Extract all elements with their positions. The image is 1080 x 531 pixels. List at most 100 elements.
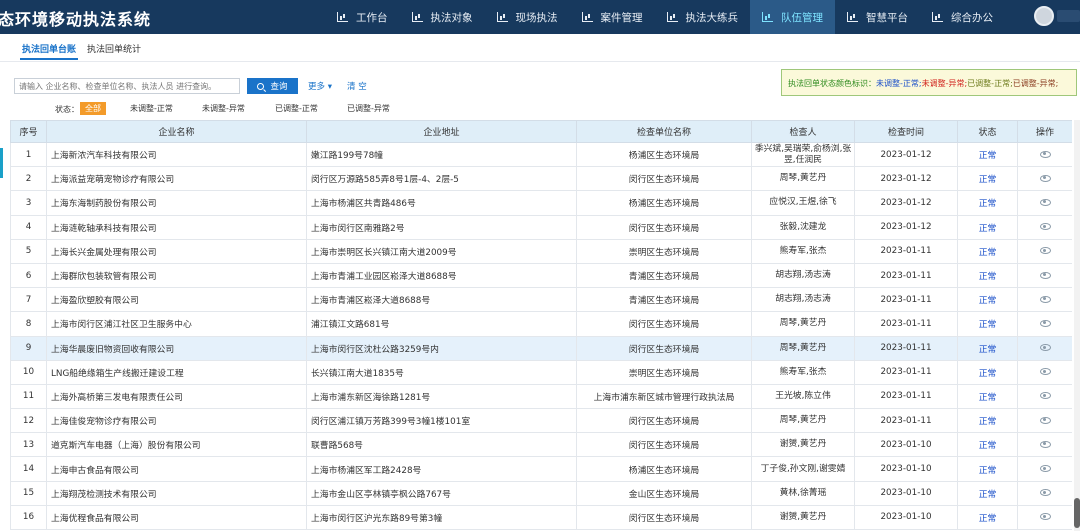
status-filter-unadjusted-abnormal[interactable]: 未调整-异常 xyxy=(202,103,245,114)
inspection-unit-cell: 青浦区生态环境局 xyxy=(576,262,752,289)
view-eye-icon[interactable] xyxy=(1039,440,1051,448)
company-name-cell: 道克斯汽车电器（上海）股份有限公司 xyxy=(46,432,307,458)
nav-item-training[interactable]: 执法大练兵 xyxy=(655,0,751,34)
chart-icon xyxy=(411,12,423,22)
table-row[interactable]: 4 上海涟乾轴承科技有限公司 上海市闵行区南雅路2号 闵行区生态环境局 张毅,沈建龙 20… xyxy=(10,214,1072,240)
user-menu[interactable] xyxy=(1057,10,1080,22)
vertical-scrollbar[interactable] xyxy=(1074,120,1080,531)
status-link[interactable]: 正常 xyxy=(957,359,1018,385)
row-number: 8 xyxy=(10,311,47,337)
status-link[interactable]: 正常 xyxy=(957,262,1018,289)
more-filters-link[interactable]: 更多 ▾ xyxy=(308,80,332,92)
table-row[interactable]: 10 LNG船绝缘箱生产线搬迁建设工程 长兴镇江南大道1835号 崇明区生态环境局 熊寿… xyxy=(10,359,1072,385)
table-row[interactable]: 12 上海佳俊宠物诊疗有限公司 闵行区浦江镇万芳路399号3幢1楼101室 闵行区生态… xyxy=(10,408,1072,434)
col-header-no[interactable]: 序号 xyxy=(10,120,47,143)
row-number: 2 xyxy=(10,166,47,192)
chart-icon xyxy=(337,12,348,22)
table-row[interactable]: 2 上海派益宠萌宠物诊疗有限公司 闵行区万源路585弄8号1层-4、2层-5 闵行区生… xyxy=(10,166,1072,192)
clear-link[interactable]: 清 空 xyxy=(347,80,367,92)
status-link[interactable]: 正常 xyxy=(957,166,1018,192)
status-link[interactable]: 正常 xyxy=(957,141,1018,168)
col-header-company[interactable]: 企业名称 xyxy=(46,120,307,143)
col-header-status[interactable]: 状态 xyxy=(957,120,1018,143)
table-row[interactable]: 3 上海东海制药股份有限公司 上海市杨浦区共青路486号 杨浦区生态环境局 应悦汉,王煜… xyxy=(10,190,1072,216)
tab-receipt-ledger[interactable]: 执法回单台账 xyxy=(19,42,79,60)
view-eye-icon[interactable] xyxy=(1039,489,1051,497)
table-row[interactable]: 5 上海长兴金属处理有限公司 上海市崇明区长兴镇江南大道2009号 崇明区生态环境局熊… xyxy=(10,238,1072,264)
nav-item-team[interactable]: 队伍管理 xyxy=(750,0,835,34)
status-filter-adjusted-abnormal[interactable]: 已调整-异常 xyxy=(347,103,390,114)
table-row[interactable]: 11 上海外高桥第三发电有限责任公司 上海市浦东新区海徐路1281号 上海市浦东新区城… xyxy=(10,383,1072,410)
table-body: 1 上海新浓汽车科技有限公司 嫩江路199号78幢 杨浦区生态环境局 季兴斌,吴瑞荣,俞… xyxy=(10,141,1072,531)
status-link[interactable]: 正常 xyxy=(957,408,1018,434)
top-bar: 态环境移动执法系统 工作台 执法对象 现场执法 案件管理 执法大练兵 队伍管理 … xyxy=(0,0,1080,34)
view-eye-icon[interactable] xyxy=(1039,319,1051,327)
status-link[interactable]: 正常 xyxy=(957,456,1018,482)
status-link[interactable]: 正常 xyxy=(957,287,1018,313)
table-row[interactable]: 7 上海盈欣塑胶有限公司 上海市青浦区崧泽大道8688号 青浦区生态环境局 胡志翔,汤志… xyxy=(10,287,1072,313)
action-cell xyxy=(1017,408,1072,434)
action-cell xyxy=(1017,383,1072,410)
status-link[interactable]: 正常 xyxy=(957,432,1018,458)
company-address-cell: 上海市青浦区崧泽大道8688号 xyxy=(306,287,577,313)
view-eye-icon[interactable] xyxy=(1039,295,1051,303)
status-filter-adjusted-normal[interactable]: 已调整-正常 xyxy=(275,103,318,114)
view-eye-icon[interactable] xyxy=(1039,150,1051,158)
table-row[interactable]: 9 上海华晨废旧物资回收有限公司 上海市闵行区沈杜公路3259号内 闵行区生态环境局周… xyxy=(10,335,1072,361)
view-eye-icon[interactable] xyxy=(1039,247,1051,255)
table-row[interactable]: 14 上海申古食品有限公司 上海市杨浦区军工路2428号 杨浦区生态环境局 丁子俊,孙文… xyxy=(10,456,1072,482)
table-row[interactable]: 13 道克斯汽车电器（上海）股份有限公司 联曹路568号 闵行区生态环境局 谢赟,黄艺丹… xyxy=(10,432,1072,458)
table-row[interactable]: 15 上海翔茂检测技术有限公司 上海市金山区亭林镇亭枫公路767号 金山区生态环境局黄… xyxy=(10,480,1072,506)
nav-item-onsite[interactable]: 现场执法 xyxy=(485,0,570,34)
table-row[interactable]: 1 上海新浓汽车科技有限公司 嫩江路199号78幢 杨浦区生态环境局 季兴斌,吴瑞荣,俞… xyxy=(10,141,1072,168)
nav-item-targets[interactable]: 执法对象 xyxy=(400,0,485,34)
col-header-address[interactable]: 企业地址 xyxy=(306,120,577,143)
view-eye-icon[interactable] xyxy=(1039,392,1051,400)
view-eye-icon[interactable] xyxy=(1039,416,1051,424)
nav-item-cases[interactable]: 案件管理 xyxy=(570,0,655,34)
view-eye-icon[interactable] xyxy=(1039,368,1051,376)
view-eye-icon[interactable] xyxy=(1039,198,1051,206)
tab-receipt-stats[interactable]: 执法回单统计 xyxy=(87,42,141,55)
view-eye-icon[interactable] xyxy=(1039,223,1051,231)
view-eye-icon[interactable] xyxy=(1039,465,1051,473)
status-link[interactable]: 正常 xyxy=(957,238,1018,264)
search-button[interactable]: 查询 xyxy=(247,78,298,94)
table-row[interactable]: 16 上海优程食品有限公司 上海市闵行区沪光东路89号第3幢 闵行区生态环境局 谢赟,黄… xyxy=(10,504,1072,531)
status-filter-unadjusted-normal[interactable]: 未调整-正常 xyxy=(130,103,173,114)
row-number: 14 xyxy=(10,456,47,482)
status-link[interactable]: 正常 xyxy=(957,504,1018,531)
chart-icon xyxy=(496,12,508,22)
status-link[interactable]: 正常 xyxy=(957,480,1018,506)
nav-item-workbench[interactable]: 工作台 xyxy=(325,0,400,34)
view-eye-icon[interactable] xyxy=(1039,271,1051,279)
status-link[interactable]: 正常 xyxy=(957,311,1018,337)
inspection-unit-cell: 闵行区生态环境局 xyxy=(576,214,752,240)
status-link[interactable]: 正常 xyxy=(957,383,1018,410)
col-header-unit[interactable]: 检查单位名称 xyxy=(576,120,752,143)
nav-item-smart[interactable]: 智慧平台 xyxy=(835,0,920,34)
status-link[interactable]: 正常 xyxy=(957,214,1018,240)
view-eye-icon[interactable] xyxy=(1039,174,1051,182)
view-eye-icon[interactable] xyxy=(1039,344,1051,352)
nav-item-office[interactable]: 综合办公 xyxy=(920,0,1005,34)
status-link[interactable]: 正常 xyxy=(957,335,1018,361)
row-number: 4 xyxy=(10,214,47,240)
status-filter-all[interactable]: 全部 xyxy=(80,102,106,115)
company-name-cell: 上海涟乾轴承科技有限公司 xyxy=(46,214,307,240)
company-name-cell: 上海新浓汽车科技有限公司 xyxy=(46,141,307,168)
search-input[interactable] xyxy=(14,78,240,94)
table-row[interactable]: 8 上海市闵行区浦江社区卫生服务中心 浦江镇江文路681号 闵行区生态环境局 周琴,黄艺… xyxy=(10,311,1072,337)
scrollbar-thumb[interactable] xyxy=(1074,498,1080,528)
inspection-unit-cell: 崇明区生态环境局 xyxy=(576,359,752,385)
col-header-inspector[interactable]: 检查人 xyxy=(751,120,855,143)
table-row[interactable]: 6 上海群欣包装软管有限公司 上海市青浦工业园区崧泽大道8688号 青浦区生态环境局胡… xyxy=(10,262,1072,289)
legend-item-abnormal-adjusted: 已调整-异常; xyxy=(1012,79,1059,88)
avatar[interactable] xyxy=(1034,6,1054,26)
chart-icon xyxy=(762,12,773,22)
main-nav: 工作台 执法对象 现场执法 案件管理 执法大练兵 队伍管理 智慧平台 综合办公 xyxy=(325,0,1005,34)
view-eye-icon[interactable] xyxy=(1039,513,1051,521)
row-number: 1 xyxy=(10,141,47,168)
col-header-date[interactable]: 检查时间 xyxy=(854,120,958,143)
status-link[interactable]: 正常 xyxy=(957,190,1018,216)
